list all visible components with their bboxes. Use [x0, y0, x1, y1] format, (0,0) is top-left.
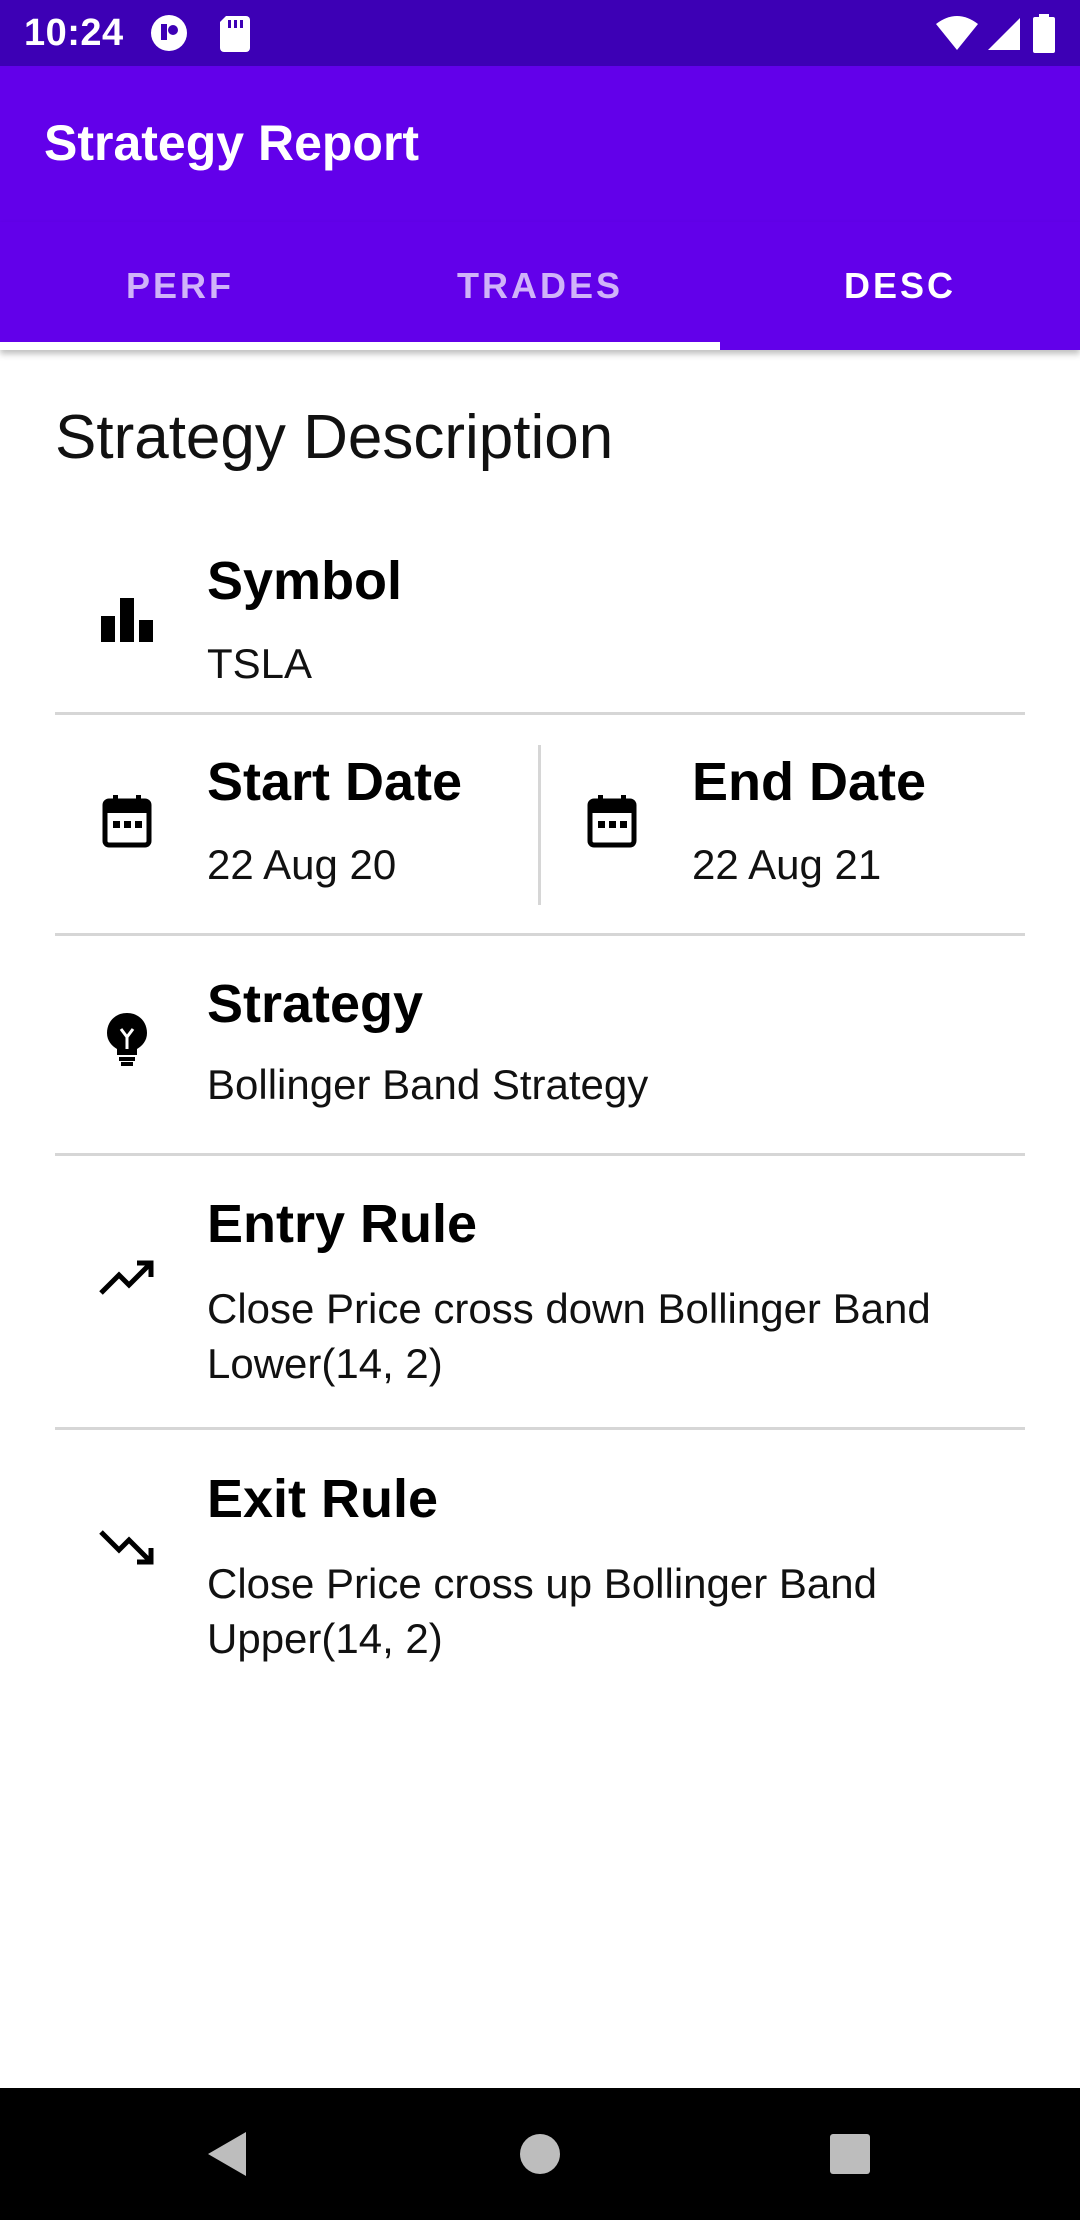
entry-rule-value: Close Price cross down Bollinger Band Lo…	[207, 1285, 931, 1387]
wifi-icon	[936, 16, 978, 50]
bar-chart-icon	[101, 598, 153, 642]
symbol-label: Symbol	[207, 551, 403, 611]
entry-rule-row: Entry Rule Close Price cross down Bollin…	[55, 1155, 1025, 1430]
symbol-row: Symbol TSLA	[55, 520, 1025, 715]
notification-app-icon	[151, 15, 187, 51]
symbol-value: TSLA	[207, 640, 313, 687]
app-title: Strategy Report	[44, 115, 420, 171]
tab-trades[interactable]: TRADES	[360, 222, 720, 350]
lightbulb-icon	[107, 1013, 147, 1066]
system-nav-bar	[0, 2088, 1080, 2220]
start-date-label: Start Date	[207, 752, 463, 812]
app-bar: Strategy Report	[0, 66, 1080, 222]
status-bar: 10:24	[0, 0, 1080, 66]
exit-rule-row: Exit Rule Close Price cross up Bollinger…	[55, 1430, 1025, 1690]
strategy-row: Strategy Bollinger Band Strategy	[55, 935, 1025, 1156]
end-date-cell: End Date 22 Aug 21	[540, 715, 1025, 933]
exit-rule-value: Close Price cross up Bollinger Band Uppe…	[207, 1560, 877, 1662]
entry-rule-label: Entry Rule	[207, 1194, 478, 1254]
home-icon[interactable]	[510, 2124, 570, 2184]
tab-desc[interactable]: DESC	[720, 222, 1080, 350]
start-date-cell: Start Date 22 Aug 20	[55, 715, 540, 933]
sd-card-icon	[220, 16, 250, 52]
tab-perf[interactable]: PERF	[0, 222, 360, 350]
start-date-value: 22 Aug 20	[207, 841, 397, 888]
status-time: 10:24	[24, 12, 124, 54]
end-date-value: 22 Aug 21	[692, 841, 882, 888]
calendar-icon	[102, 795, 152, 848]
back-icon[interactable]	[198, 2124, 258, 2184]
tab-bar: PERF TRADES DESC	[0, 222, 1080, 350]
section-title: Strategy Description	[55, 403, 614, 472]
trending-up-icon	[99, 1260, 154, 1295]
end-date-label: End Date	[692, 752, 927, 812]
strategy-value: Bollinger Band Strategy	[207, 1061, 649, 1108]
strategy-label: Strategy	[207, 974, 424, 1034]
calendar-icon	[587, 795, 637, 848]
recents-icon[interactable]	[820, 2124, 880, 2184]
exit-rule-label: Exit Rule	[207, 1469, 439, 1529]
tab-indicator	[0, 342, 720, 350]
trending-down-icon	[99, 1530, 154, 1565]
battery-icon	[1033, 14, 1055, 53]
signal-icon	[988, 18, 1020, 50]
dates-row: Start Date 22 Aug 20 End Date 22 Aug 21	[55, 715, 1025, 936]
